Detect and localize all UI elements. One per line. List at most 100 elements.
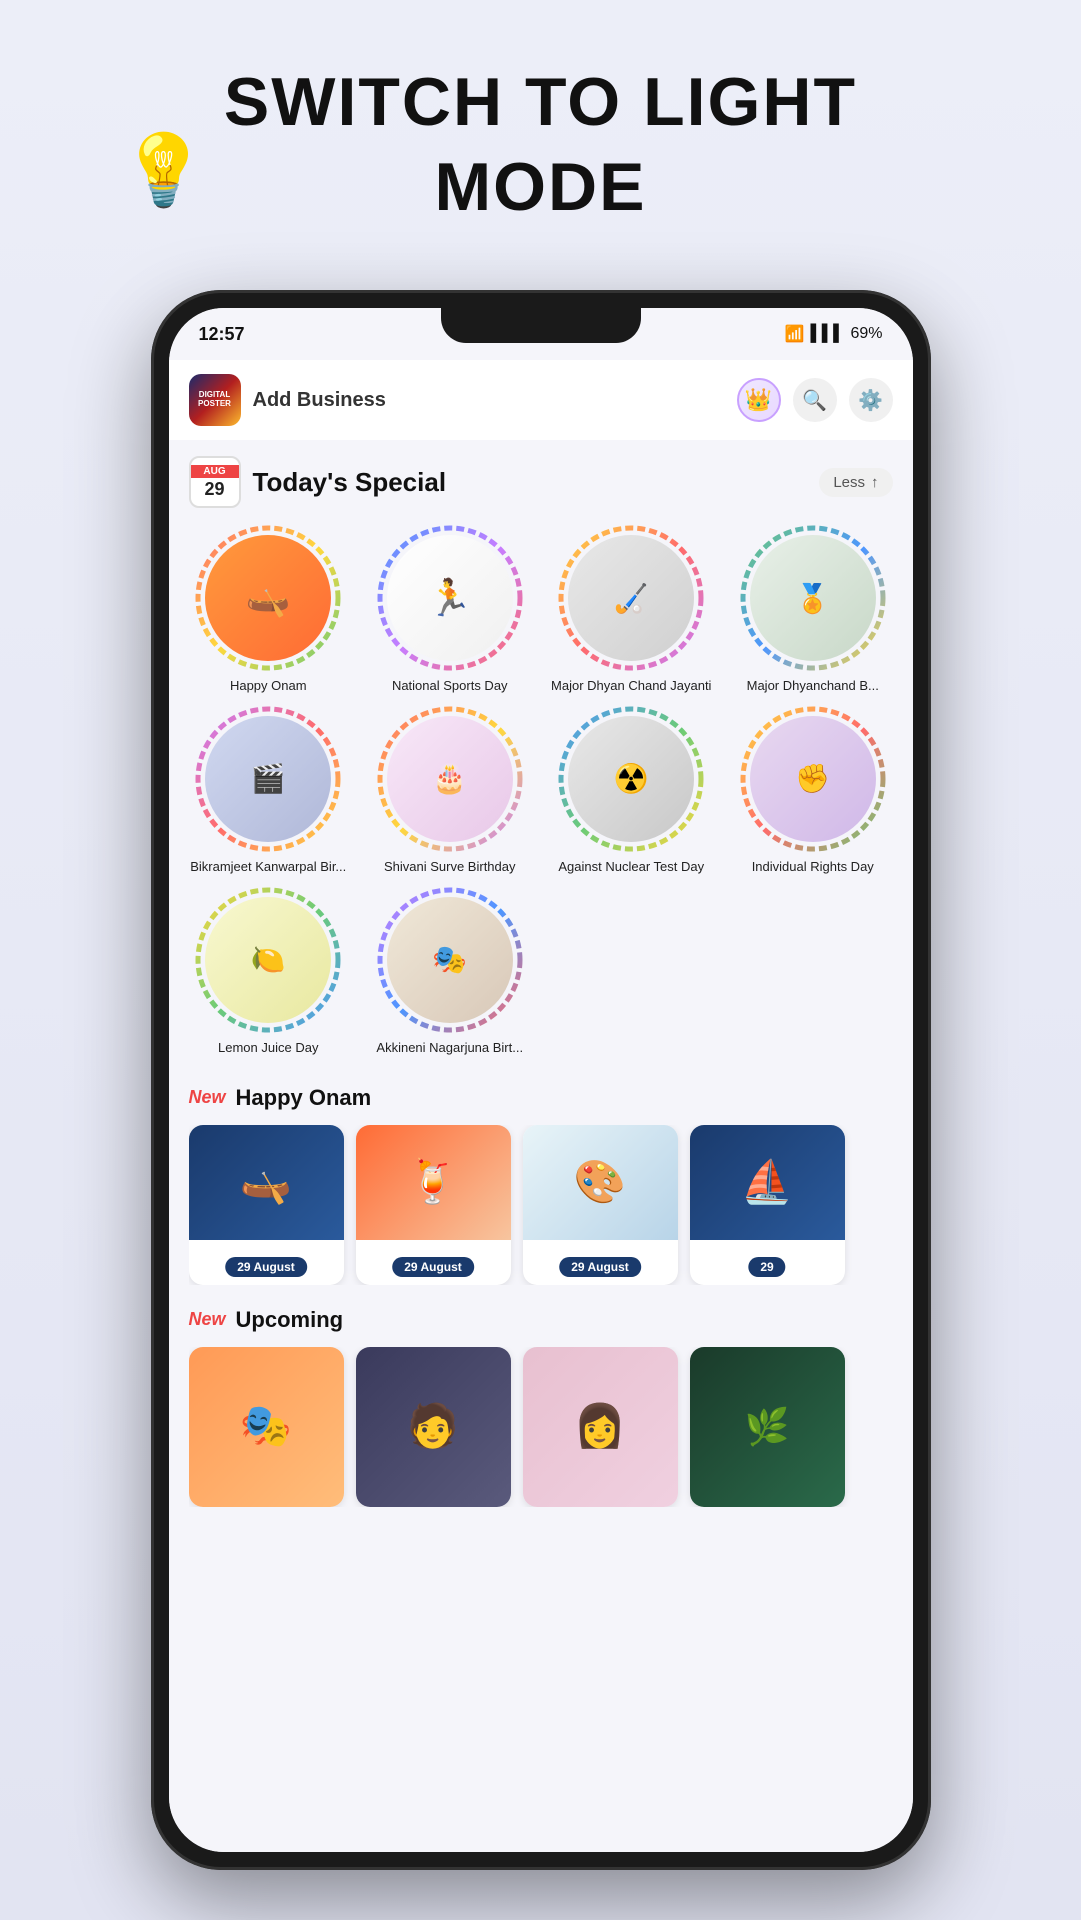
onam-card-4[interactable]: ⛵ 29 [690, 1125, 845, 1285]
settings-button[interactable]: ⚙️ [849, 378, 893, 422]
dhyan-inner: 🏑 [568, 535, 694, 661]
chevron-up-icon: ↑ [871, 474, 879, 491]
rights-label: Individual Rights Day [752, 859, 874, 876]
dhyanchand-inner: 🏅 [750, 535, 876, 661]
dhyanchand-label: Major Dhyanchand B... [747, 678, 879, 695]
grid-item-shivani[interactable]: 🎂 Shivani Surve Birthday [364, 705, 536, 876]
grid-item-akkineni[interactable]: 🎭 Akkineni Nagarjuna Birt... [364, 886, 536, 1057]
upcoming-card-2-image: 🧑 [356, 1347, 511, 1507]
add-business-text: Add Business [253, 389, 725, 412]
power-button[interactable] [930, 540, 931, 610]
akkineni-label: Akkineni Nagarjuna Birt... [376, 1040, 523, 1057]
crown-button[interactable]: 👑 [737, 378, 781, 422]
notch [441, 308, 641, 343]
phone-screen: 12:57 📶 ▌▌▌ 69% DIGITALPOSTER Add Busine… [169, 308, 913, 1852]
grid-item-happy-onam[interactable]: 🛶 Happy Onam [183, 524, 355, 695]
upcoming-cards-row: 🎭 🧑 👩 🌿 [189, 1347, 893, 1507]
rights-inner: ✊ [750, 716, 876, 842]
circle-ring-rights: ✊ [739, 705, 887, 853]
top-banner: SWITCH TO LIGHT MODE 💡 [0, 0, 1081, 290]
happy-onam-header-row: New Happy Onam [189, 1085, 893, 1111]
upcoming-card-4[interactable]: 🌿 [690, 1347, 845, 1507]
battery-icon: 69% [850, 325, 882, 343]
onam-card-2-image: 🍹 [356, 1125, 511, 1240]
circle-ring-nuclear: ☢️ [557, 705, 705, 853]
upcoming-card-1[interactable]: 🎭 [189, 1347, 344, 1507]
today-special-grid: 🛶 Happy Onam [169, 518, 913, 1071]
calendar-icon: AUG 29 [189, 456, 241, 508]
less-label: Less [833, 474, 865, 491]
settings-icon: ⚙️ [858, 388, 883, 413]
bulb-icon: 💡 [120, 130, 207, 212]
onam-card-1[interactable]: 🛶 29 August [189, 1125, 344, 1285]
nuclear-inner: ☢️ [568, 716, 694, 842]
lemon-inner: 🍋 [205, 897, 331, 1023]
search-button[interactable]: 🔍 [793, 378, 837, 422]
grid-item-dhyanchand-b[interactable]: 🏅 Major Dhyanchand B... [727, 524, 899, 695]
upcoming-card-1-image: 🎭 [189, 1347, 344, 1507]
grid-item-individual-rights[interactable]: ✊ Individual Rights Day [727, 705, 899, 876]
lemon-label: Lemon Juice Day [218, 1040, 318, 1057]
upcoming-card-3-image: 👩 [523, 1347, 678, 1507]
volume-up-button[interactable] [151, 510, 152, 580]
upcoming-card-3[interactable]: 👩 [523, 1347, 678, 1507]
phone-frame: 12:57 📶 ▌▌▌ 69% DIGITALPOSTER Add Busine… [151, 290, 931, 1870]
sports-inner: 🏃 [387, 535, 513, 661]
upcoming-card-2[interactable]: 🧑 [356, 1347, 511, 1507]
status-time: 12:57 [199, 324, 245, 345]
today-special-title: Today's Special [253, 467, 808, 498]
new-badge-upcoming: New [189, 1309, 226, 1330]
onam-card-1-image: 🛶 [189, 1125, 344, 1240]
upcoming-section: New Upcoming 🎭 🧑 [169, 1293, 913, 1515]
status-icons: 📶 ▌▌▌ 69% [785, 324, 883, 344]
banner-title-line1: SWITCH TO LIGHT [224, 65, 857, 140]
happy-onam-section: New Happy Onam 🛶 29 August 🍹 29 A [169, 1071, 913, 1293]
circle-ring-akkineni: 🎭 [376, 886, 524, 1034]
circle-ring-dhyan: 🏑 [557, 524, 705, 672]
upcoming-card-4-image: 🌿 [690, 1347, 845, 1507]
grid-item-nuclear-test-day[interactable]: ☢️ Against Nuclear Test Day [546, 705, 718, 876]
sports-label: National Sports Day [392, 678, 508, 695]
today-special-header: AUG 29 Today's Special Less ↑ [169, 440, 913, 518]
new-badge-onam: New [189, 1087, 226, 1108]
search-icon: 🔍 [802, 388, 827, 413]
shivani-label: Shivani Surve Birthday [384, 859, 516, 876]
grid-item-lemon-juice-day[interactable]: 🍋 Lemon Juice Day [183, 886, 355, 1057]
calendar-day: 29 [204, 478, 224, 500]
circle-ring-shivani: 🎂 [376, 705, 524, 853]
circle-ring-bikramjeet: 🎬 [194, 705, 342, 853]
bikramjeet-inner: 🎬 [205, 716, 331, 842]
grid-item-bikramjeet[interactable]: 🎬 Bikramjeet Kanwarpal Bir... [183, 705, 355, 876]
circle-ring-sports: 🏃 [376, 524, 524, 672]
grid-item-national-sports-day[interactable]: 🏃 National Sports Day [364, 524, 536, 695]
happy-onam-section-title: Happy Onam [236, 1085, 372, 1111]
app-header: DIGITALPOSTER Add Business 👑 🔍 ⚙️ [169, 360, 913, 440]
upcoming-header-row: New Upcoming [189, 1307, 893, 1333]
onam-label: Happy Onam [230, 678, 307, 695]
onam-inner: 🛶 [205, 535, 331, 661]
signal-icon: ▌▌▌ [810, 325, 844, 343]
shivani-inner: 🎂 [387, 716, 513, 842]
app-content[interactable]: DIGITALPOSTER Add Business 👑 🔍 ⚙️ AUG 29 [169, 360, 913, 1852]
grid-item-dhyan-chand[interactable]: 🏑 Major Dhyan Chand Jayanti [546, 524, 718, 695]
circle-ring-dhyanchand: 🏅 [739, 524, 887, 672]
banner-title-line2: MODE [435, 150, 647, 225]
akkineni-inner: 🎭 [387, 897, 513, 1023]
calendar-month: AUG [191, 465, 239, 478]
bikramjeet-label: Bikramjeet Kanwarpal Bir... [190, 859, 346, 876]
onam-card-2[interactable]: 🍹 29 August [356, 1125, 511, 1285]
onam-card-4-date: 29 [748, 1257, 785, 1277]
circle-ring-lemon: 🍋 [194, 886, 342, 1034]
onam-card-3-image: 🎨 [523, 1125, 678, 1240]
less-button[interactable]: Less ↑ [819, 468, 892, 497]
volume-down-button[interactable] [151, 600, 152, 670]
onam-card-2-date: 29 August [392, 1257, 474, 1277]
upcoming-section-title: Upcoming [236, 1307, 344, 1333]
wifi-icon: 📶 [785, 324, 805, 344]
app-logo[interactable]: DIGITALPOSTER [189, 374, 241, 426]
circle-ring-happy-onam: 🛶 [194, 524, 342, 672]
onam-cards-row: 🛶 29 August 🍹 29 August 🎨 [189, 1125, 893, 1285]
dhyan-label: Major Dhyan Chand Jayanti [551, 678, 711, 695]
nuclear-label: Against Nuclear Test Day [558, 859, 704, 876]
onam-card-3[interactable]: 🎨 29 August [523, 1125, 678, 1285]
